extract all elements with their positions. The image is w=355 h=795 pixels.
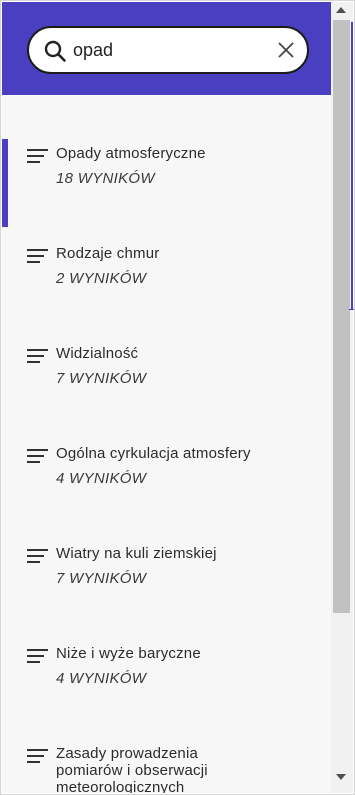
- scroll-down-arrow-icon[interactable]: [335, 773, 347, 781]
- result-item-nize-wyze[interactable]: Niże i wyże baryczne 4 WYNIKÓW: [2, 645, 331, 733]
- scroll-up-arrow-icon[interactable]: [335, 6, 347, 14]
- text-lines-icon: [27, 349, 48, 363]
- result-title: Opady atmosferyczne: [56, 145, 206, 162]
- result-title: Rodzaje chmur: [56, 245, 160, 262]
- text-lines-icon: [27, 649, 48, 663]
- result-count: 18 WYNIKÓW: [56, 170, 155, 187]
- text-lines-icon: [27, 149, 48, 163]
- search-header: [2, 2, 331, 95]
- result-item-zasady-pomiarow[interactable]: Zasady prowadzenia pomiarów i obserwacji…: [2, 745, 331, 793]
- result-title: Widzialność: [56, 345, 139, 362]
- search-results-list: Opady atmosferyczne 18 WYNIKÓW Rodzaje c…: [2, 95, 331, 793]
- search-box[interactable]: [27, 26, 309, 74]
- search-icon: [44, 40, 66, 62]
- result-title: Ogólna cyrkulacja atmosfery: [56, 445, 251, 462]
- scrollbar-thumb[interactable]: [333, 20, 350, 613]
- text-lines-icon: [27, 549, 48, 563]
- text-lines-icon: [27, 749, 48, 763]
- result-item-ogolna-cyrkulacja[interactable]: Ogólna cyrkulacja atmosfery 4 WYNIKÓW: [2, 445, 331, 533]
- result-item-opady-atmosferyczne[interactable]: Opady atmosferyczne 18 WYNIKÓW: [2, 139, 331, 233]
- background-panel-edge: [351, 22, 353, 309]
- result-count: 7 WYNIKÓW: [56, 370, 147, 387]
- result-title: Niże i wyże baryczne: [56, 645, 201, 662]
- result-item-rodzaje-chmur[interactable]: Rodzaje chmur 2 WYNIKÓW: [2, 245, 331, 333]
- result-count: 7 WYNIKÓW: [56, 570, 147, 587]
- result-item-wiatry[interactable]: Wiatry na kuli ziemskiej 7 WYNIKÓW: [2, 545, 331, 633]
- text-lines-icon: [27, 449, 48, 463]
- result-title: Wiatry na kuli ziemskiej: [56, 545, 217, 562]
- result-count: 2 WYNIKÓW: [56, 270, 147, 287]
- result-count: 4 WYNIKÓW: [56, 470, 147, 487]
- text-lines-icon: [27, 249, 48, 263]
- search-input[interactable]: [73, 34, 263, 66]
- close-icon[interactable]: [277, 41, 295, 59]
- background-panel-edge-bottom: [349, 309, 354, 310]
- result-item-widzialnosc[interactable]: Widzialność 7 WYNIKÓW: [2, 345, 331, 433]
- result-count: 4 WYNIKÓW: [56, 670, 147, 687]
- result-title: Zasady prowadzenia pomiarów i obserwacji…: [56, 745, 208, 793]
